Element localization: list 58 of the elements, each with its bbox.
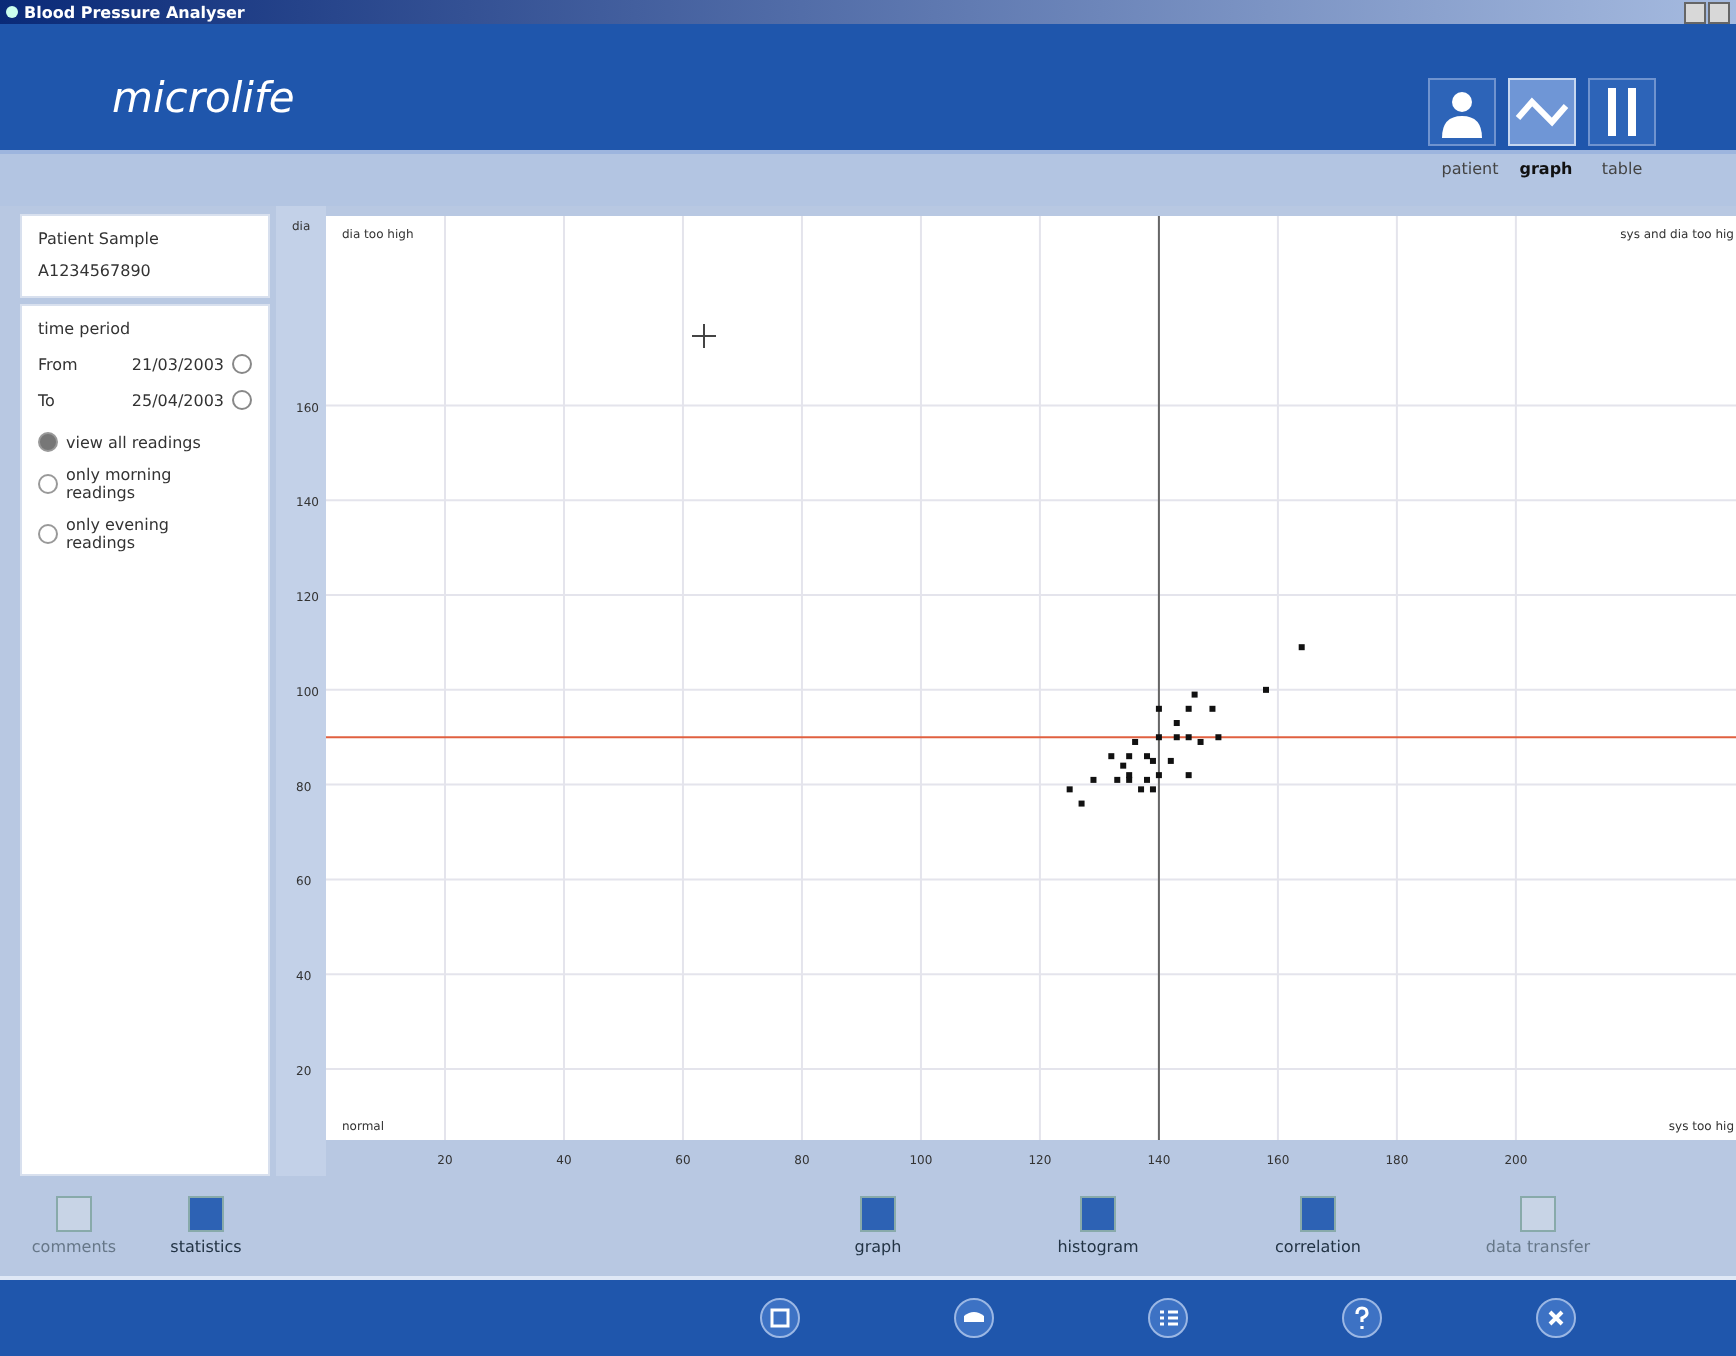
tab[interactable]: table <box>1584 154 1660 184</box>
logo: microlife <box>112 73 295 121</box>
save-icon[interactable] <box>760 1298 800 1338</box>
data-point <box>1173 720 1180 726</box>
data-point <box>1155 734 1162 741</box>
crosshair-icon <box>691 323 717 349</box>
data-point <box>1078 800 1085 807</box>
print-icon[interactable] <box>954 1298 994 1338</box>
data-point <box>1185 772 1192 779</box>
radio-button[interactable] <box>38 524 58 544</box>
data-point <box>1090 776 1097 783</box>
data-point <box>1298 644 1305 651</box>
data-point <box>1197 738 1204 745</box>
toolbar-button[interactable]: histogram <box>1032 1196 1164 1256</box>
data-point <box>1173 734 1180 741</box>
window-title: Blood Pressure Analyser <box>24 3 247 21</box>
data-point <box>1191 691 1198 698</box>
data-point <box>1149 786 1156 793</box>
patient-id: A1234567890 <box>38 260 153 284</box>
toolbar-button[interactable]: graph <box>812 1196 944 1256</box>
date-value[interactable]: 25/04/2003 <box>110 391 232 409</box>
radio-button[interactable] <box>38 432 58 452</box>
data-point <box>1167 757 1174 764</box>
data-point <box>1138 786 1145 793</box>
wave-icon[interactable] <box>1508 78 1576 146</box>
data-point <box>1155 772 1162 779</box>
maximize-button[interactable] <box>1708 1 1730 23</box>
tab[interactable]: patient <box>1432 154 1508 184</box>
option-label[interactable]: view all readings <box>66 433 206 451</box>
data-point <box>1132 738 1139 745</box>
patient-name: Patient Sample <box>38 228 161 252</box>
data-point <box>1108 753 1115 760</box>
option-label[interactable]: only morning readings <box>66 466 206 502</box>
tab[interactable]: graph <box>1508 154 1584 184</box>
field-label: To <box>38 391 57 409</box>
data-point <box>1144 776 1150 783</box>
toolbar-button[interactable]: correlation <box>1252 1196 1384 1256</box>
radio-button[interactable] <box>38 474 58 494</box>
columns-icon[interactable] <box>1588 78 1656 146</box>
person-icon[interactable] <box>1428 78 1496 146</box>
list-icon[interactable] <box>1148 1298 1188 1338</box>
data-point <box>1215 734 1222 741</box>
field-label: From <box>38 355 80 373</box>
close-icon[interactable] <box>1536 1298 1576 1338</box>
data-point <box>1066 786 1073 793</box>
help-icon[interactable] <box>1342 1298 1382 1338</box>
option-label[interactable]: only evening readings <box>66 516 206 552</box>
date-value[interactable]: 21/03/2003 <box>110 355 232 373</box>
section-title: time period <box>38 318 133 342</box>
minimize-button[interactable] <box>1684 1 1706 23</box>
data-point <box>1185 734 1192 741</box>
data-point <box>1114 776 1121 783</box>
data-point <box>1185 705 1192 712</box>
data-point <box>1209 705 1216 712</box>
data-point <box>1155 705 1162 712</box>
data-point <box>1263 686 1269 693</box>
toolbar-button[interactable]: statistics <box>140 1196 272 1256</box>
app-icon <box>6 6 18 18</box>
